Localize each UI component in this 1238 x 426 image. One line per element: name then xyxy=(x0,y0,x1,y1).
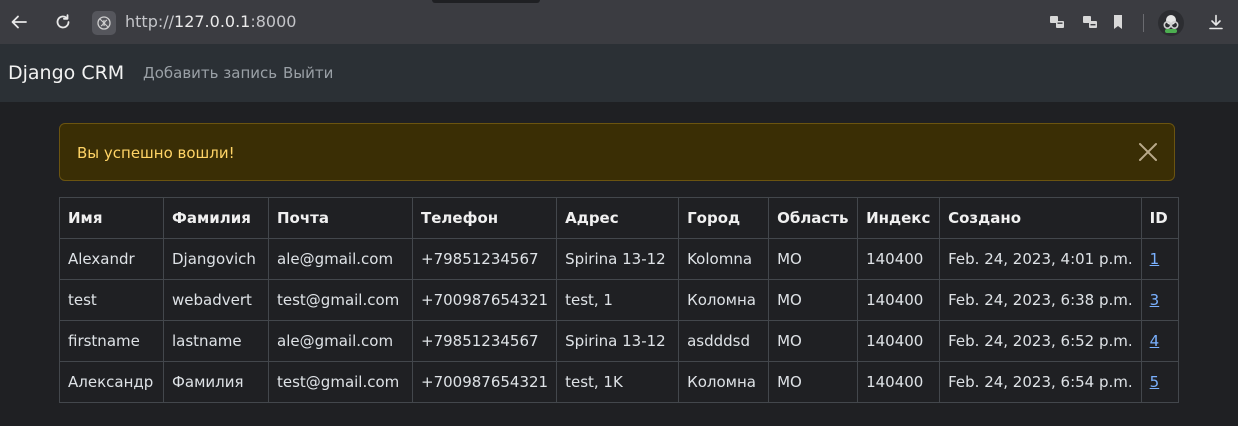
cell-email: ale@gmail.com xyxy=(268,238,413,280)
cell-first-name: firstname xyxy=(59,320,164,362)
cell-id: 5 xyxy=(1140,361,1179,403)
cell-email: test@gmail.com xyxy=(268,279,413,321)
header-city: Город xyxy=(678,197,770,239)
table-row: test webadvert test@gmail.com +700987654… xyxy=(59,279,1179,321)
cell-region: MO xyxy=(768,238,859,280)
cell-first-name: Alexandr xyxy=(59,238,164,280)
cell-created: Feb. 24, 2023, 6:38 p.m. xyxy=(939,279,1142,321)
cell-city: Kolomna xyxy=(678,238,770,280)
cell-email: test@gmail.com xyxy=(268,361,413,403)
cell-last-name: Djangovich xyxy=(163,238,269,280)
back-icon[interactable] xyxy=(6,9,32,35)
brand-link[interactable]: Django CRM xyxy=(8,62,124,84)
cell-last-name: lastname xyxy=(163,320,269,362)
reader-icon[interactable] xyxy=(1077,9,1103,35)
cell-phone: +700987654321 xyxy=(411,361,558,403)
cell-address: test, 1K xyxy=(556,361,680,403)
header-region: Область xyxy=(768,197,859,239)
cell-id: 4 xyxy=(1140,320,1179,362)
navbar: Django CRM Добавить запись Выйти xyxy=(0,44,1238,102)
cell-email: ale@gmail.com xyxy=(268,320,413,362)
header-first-name: Имя xyxy=(59,197,164,239)
table-row: Александр Фамилия test@gmail.com +700987… xyxy=(59,361,1179,403)
record-id-link[interactable]: 1 xyxy=(1150,250,1160,268)
table-row: firstname lastname ale@gmail.com +798512… xyxy=(59,320,1179,362)
cell-created: Feb. 24, 2023, 6:54 p.m. xyxy=(939,361,1142,403)
address-bar[interactable]: http://127.0.0.1:8000 xyxy=(125,12,296,31)
cell-last-name: webadvert xyxy=(163,279,269,321)
download-icon[interactable] xyxy=(1203,9,1229,35)
cell-city: asdddsd xyxy=(678,320,770,362)
record-id-link[interactable]: 4 xyxy=(1150,332,1160,350)
header-email: Почта xyxy=(268,197,413,239)
translate-icon[interactable] xyxy=(1044,9,1070,35)
alert-message: Вы успешно вошли! xyxy=(77,144,235,162)
cell-zip: 140400 xyxy=(857,320,941,362)
cell-created: Feb. 24, 2023, 6:52 p.m. xyxy=(939,320,1142,362)
profile-avatar-icon[interactable] xyxy=(1158,10,1184,36)
cell-address: test, 1 xyxy=(556,279,680,321)
site-info-icon[interactable] xyxy=(92,11,116,35)
cell-zip: 140400 xyxy=(857,361,941,403)
header-last-name: Фамилия xyxy=(163,197,269,239)
url-scheme: http:// xyxy=(125,12,175,31)
cell-phone: +79851234567 xyxy=(411,238,558,280)
header-address: Адрес xyxy=(556,197,680,239)
cell-id: 1 xyxy=(1140,238,1179,280)
url-port: :8000 xyxy=(250,12,297,31)
table-row: Alexandr Djangovich ale@gmail.com +79851… xyxy=(59,238,1179,280)
nav-add-record[interactable]: Добавить запись xyxy=(143,64,277,82)
header-phone: Телефон xyxy=(411,197,558,239)
header-zip: Индекс xyxy=(857,197,941,239)
reload-icon[interactable] xyxy=(50,9,76,35)
cell-first-name: Александр xyxy=(59,361,164,403)
bookmark-icon[interactable] xyxy=(1105,9,1131,35)
tab-notch xyxy=(432,0,540,3)
toolbar-separator xyxy=(1143,14,1144,32)
cell-created: Feb. 24, 2023, 4:01 p.m. xyxy=(939,238,1142,280)
cell-id: 3 xyxy=(1140,279,1179,321)
record-id-link[interactable]: 5 xyxy=(1150,373,1160,391)
cell-region: МО xyxy=(768,361,859,403)
success-alert: Вы успешно вошли! xyxy=(59,123,1175,181)
cell-phone: +79851234567 xyxy=(411,320,558,362)
cell-city: Коломна xyxy=(678,279,770,321)
cell-last-name: Фамилия xyxy=(163,361,269,403)
cell-first-name: test xyxy=(59,279,164,321)
cell-region: MO xyxy=(768,320,859,362)
cell-address: Spirina 13-12 xyxy=(556,320,680,362)
browser-toolbar: http://127.0.0.1:8000 xyxy=(0,0,1238,44)
nav-logout[interactable]: Выйти xyxy=(283,64,333,82)
cell-city: Коломна xyxy=(678,361,770,403)
cell-zip: 140400 xyxy=(857,238,941,280)
cell-phone: +700987654321 xyxy=(411,279,558,321)
header-id: ID xyxy=(1140,197,1179,239)
record-id-link[interactable]: 3 xyxy=(1150,291,1160,309)
records-table: Имя Фамилия Почта Телефон Адрес Город Об… xyxy=(59,197,1179,403)
table-header-row: Имя Фамилия Почта Телефон Адрес Город Об… xyxy=(59,197,1179,239)
cell-region: МО xyxy=(768,279,859,321)
header-created: Создано xyxy=(939,197,1142,239)
cell-address: Spirina 13-12 xyxy=(556,238,680,280)
cell-zip: 140400 xyxy=(857,279,941,321)
close-icon[interactable] xyxy=(1138,142,1158,162)
url-host: 127.0.0.1 xyxy=(174,12,251,31)
